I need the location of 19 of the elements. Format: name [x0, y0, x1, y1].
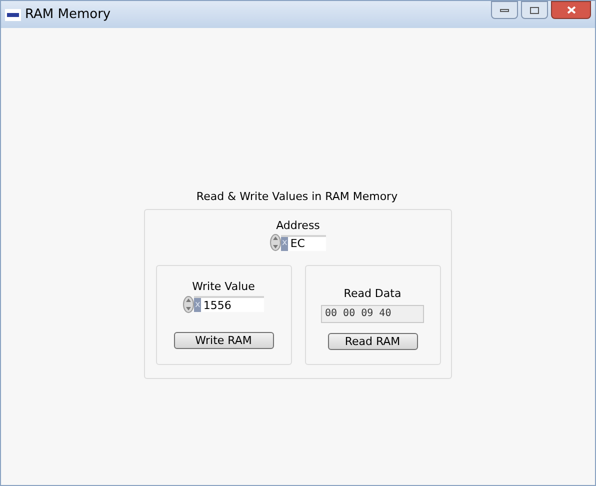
spinner-arrows-icon[interactable]	[270, 234, 281, 251]
field-value: EC	[290, 238, 305, 249]
write-value-label: Write Value	[192, 279, 255, 295]
maximize-button[interactable]	[521, 1, 548, 19]
close-icon	[566, 6, 576, 14]
window-title: RAM Memory	[25, 6, 111, 24]
read-ram-button[interactable]: Read RAM	[328, 332, 418, 350]
number-field[interactable]: x 1556	[194, 296, 264, 312]
minimize-button[interactable]	[491, 1, 518, 19]
app-icon	[5, 8, 21, 20]
close-button[interactable]	[551, 1, 591, 19]
write-ram-button[interactable]: Write RAM	[174, 332, 274, 348]
field-value: 1556	[203, 300, 232, 310]
address-label: Address	[276, 218, 320, 234]
spinner-arrows-icon[interactable]	[183, 296, 194, 312]
read-data-label: Read Data	[344, 286, 402, 302]
group-title: Read & Write Values in RAM Memory	[196, 189, 398, 205]
read-data-display: 00 00 09 40	[321, 304, 424, 322]
number-field[interactable]: x EC	[281, 234, 326, 250]
